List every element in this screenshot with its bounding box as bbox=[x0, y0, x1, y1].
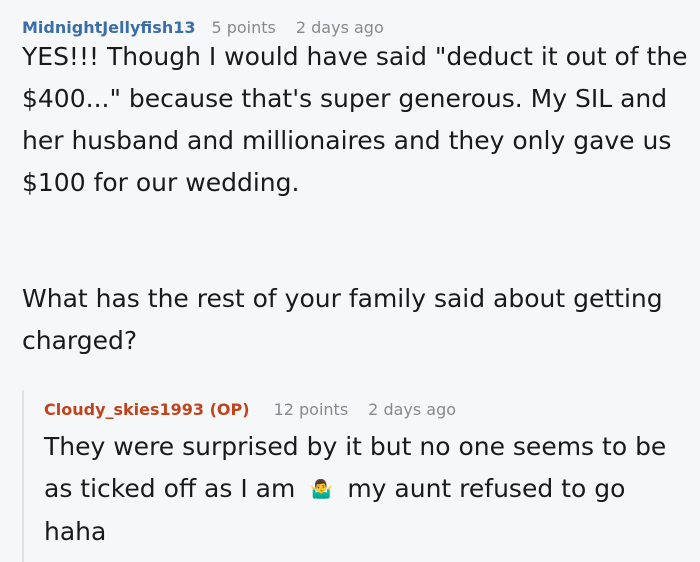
reply-timestamp: 2 days ago bbox=[368, 400, 457, 419]
reply-body: They were surprised by it but no one see… bbox=[44, 426, 684, 553]
reply-author-link[interactable]: Cloudy_skies1993 (OP) bbox=[44, 402, 250, 418]
comment-meta: MidnightJellyfish13 5 points 2 days ago bbox=[22, 0, 700, 36]
reply-thread: Cloudy_skies1993 (OP) 12 points 2 days a… bbox=[22, 390, 700, 562]
comment: MidnightJellyfish13 5 points 2 days ago … bbox=[0, 0, 700, 362]
shrug-emoji-icon: 🤷‍♂️ bbox=[310, 479, 333, 500]
comment-timestamp: 2 days ago bbox=[295, 18, 384, 37]
comment-paragraph-1: YES!!! Though I would have said "deduct … bbox=[22, 42, 696, 197]
reply-points: 12 points bbox=[273, 400, 349, 419]
reply-comment: Cloudy_skies1993 (OP) 12 points 2 days a… bbox=[24, 390, 700, 553]
comment-author-link[interactable]: MidnightJellyfish13 bbox=[22, 20, 195, 36]
reply-meta: Cloudy_skies1993 (OP) 12 points 2 days a… bbox=[44, 390, 700, 418]
comment-paragraph-2: What has the rest of your family said ab… bbox=[22, 284, 671, 355]
comment-points: 5 points bbox=[211, 18, 276, 37]
